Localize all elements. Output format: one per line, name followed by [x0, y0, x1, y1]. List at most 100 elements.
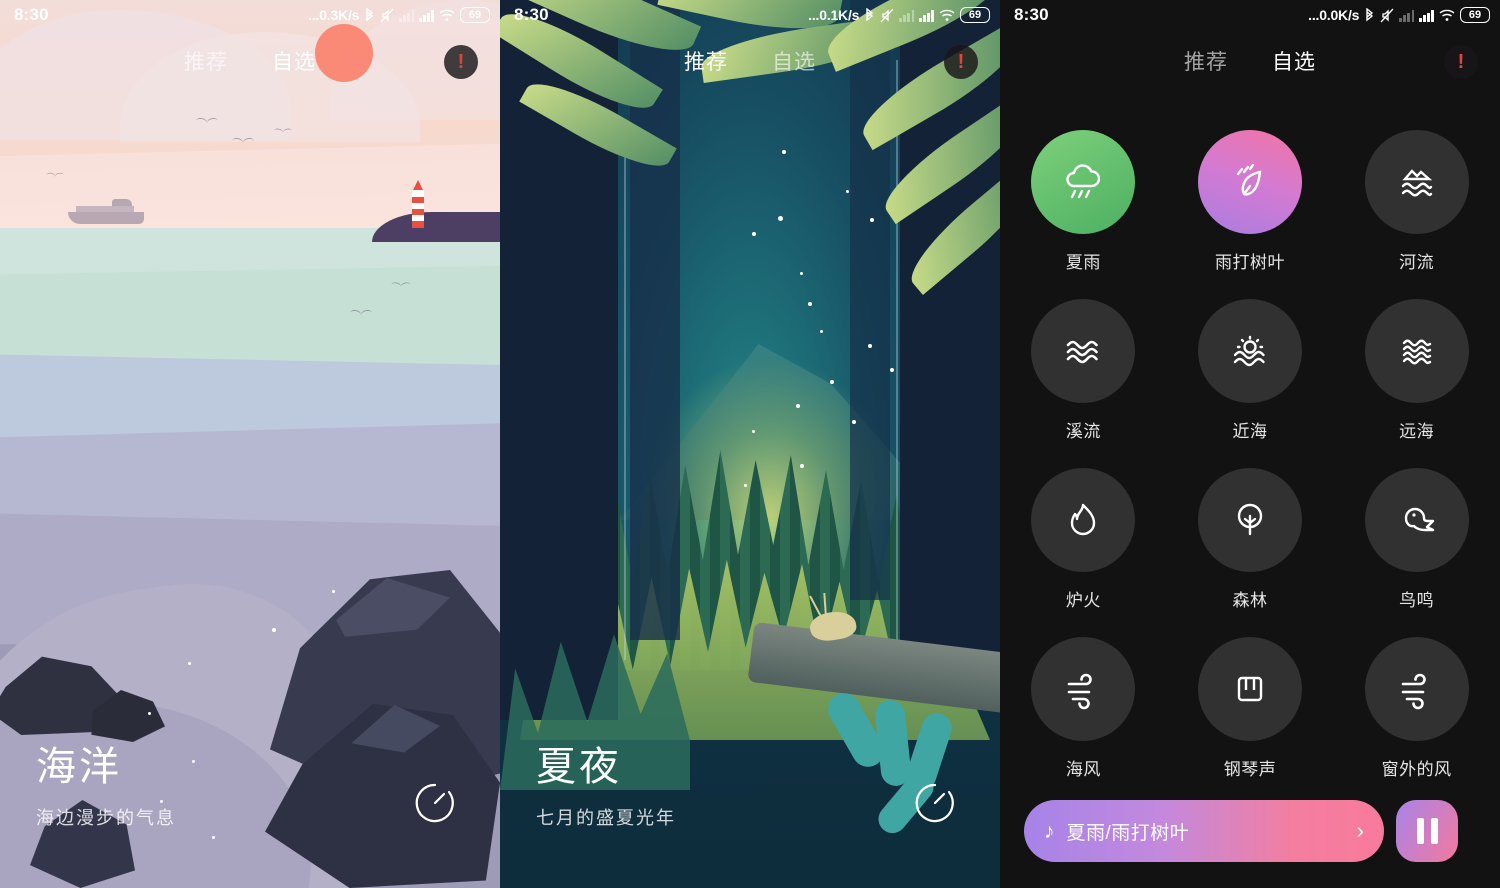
pause-button[interactable] — [1396, 800, 1458, 862]
sound-label: 窗外的风 — [1381, 760, 1452, 779]
bluetooth-icon — [864, 7, 875, 23]
star — [846, 190, 849, 193]
sound-item-sea-breeze[interactable]: 海风 — [1000, 637, 1167, 780]
star — [820, 330, 823, 333]
sound-item-far-sea[interactable]: 远海 — [1333, 299, 1500, 442]
timer-icon[interactable] — [412, 780, 458, 826]
status-time: 8:30 — [14, 5, 49, 24]
sound-item-piano[interactable]: 钢琴声 — [1167, 637, 1334, 780]
sound-item-stream[interactable]: 溪流 — [1000, 299, 1167, 442]
sparkle — [188, 662, 191, 665]
sound-grid: 夏雨 雨打树叶 河流 溪流 近海 远海 炉火 森林 鸟鸣 海风 钢琴声 窗外的风 — [1000, 130, 1500, 780]
sparkle — [192, 760, 195, 763]
tree-edge-light — [896, 60, 898, 660]
sparkle — [332, 590, 335, 593]
sound-item-window-wind[interactable]: 窗外的风 — [1333, 637, 1500, 780]
wind-icon[interactable] — [1364, 637, 1469, 741]
sound-item-summer-rain[interactable]: 夏雨 — [1000, 130, 1167, 273]
cover-text: 海洋 海边漫步的气息 — [36, 734, 176, 830]
mini-player: ♪ 夏雨/雨打树叶 › — [1024, 800, 1458, 862]
star — [800, 464, 804, 468]
tab-custom[interactable]: 自选 — [272, 46, 316, 76]
signal-icon — [919, 9, 934, 22]
bluetooth-icon — [364, 7, 375, 23]
bird-icon — [391, 282, 411, 289]
star — [852, 420, 856, 424]
tab-recommend[interactable]: 推荐 — [1184, 46, 1228, 76]
rain-cloud-icon[interactable] — [1031, 130, 1136, 234]
bird-icon — [274, 129, 293, 136]
sound-label: 溪流 — [1065, 422, 1101, 441]
status-bar: 8:30 ...0.3K/s 69 — [0, 0, 500, 30]
battery-icon: 69 — [460, 7, 490, 23]
sparkle — [212, 836, 215, 839]
star — [890, 368, 894, 372]
star — [868, 344, 872, 348]
status-bar: 8:30 ...0.1K/s 69 — [500, 0, 1000, 30]
sound-item-rain-on-leaves[interactable]: 雨打树叶 — [1167, 130, 1334, 273]
fire-icon[interactable] — [1031, 468, 1136, 572]
sound-label: 雨打树叶 — [1214, 253, 1285, 272]
timer-icon[interactable] — [912, 780, 958, 826]
river-icon[interactable] — [1364, 130, 1469, 234]
star — [752, 232, 756, 236]
panel-ocean: 8:30 ...0.3K/s 69 推荐 自选 ! 海洋 海边漫步的气息 — [0, 0, 500, 888]
tab-recommend[interactable]: 推荐 — [184, 46, 228, 76]
network-speed: ...0.1K/s — [808, 7, 860, 23]
sound-item-birdsong[interactable]: 鸟鸣 — [1333, 468, 1500, 611]
mute-icon — [880, 8, 894, 23]
sound-item-river[interactable]: 河流 — [1333, 130, 1500, 273]
sound-label: 夏雨 — [1065, 253, 1101, 272]
page-title: 海洋 — [36, 745, 122, 789]
sound-item-fireplace[interactable]: 炉火 — [1000, 468, 1167, 611]
sound-label: 炉火 — [1065, 591, 1101, 610]
sparkle — [148, 712, 151, 715]
piano-icon[interactable] — [1197, 637, 1302, 741]
tree-icon[interactable] — [1197, 468, 1302, 572]
tab-bar: 推荐 自选 — [1000, 30, 1500, 92]
sound-item-near-sea[interactable]: 近海 — [1167, 299, 1334, 442]
panel-summer-night: 8:30 ...0.1K/s 69 推荐 自选 ! 夏夜 七月的盛夏光年 — [500, 0, 1000, 888]
signal-weak-icon — [1399, 9, 1415, 22]
stream-icon[interactable] — [1031, 299, 1136, 403]
cover-text: 夏夜 七月的盛夏光年 — [536, 734, 676, 830]
wind-icon[interactable] — [1031, 637, 1136, 741]
sound-item-forest[interactable]: 森林 — [1167, 468, 1334, 611]
star — [782, 150, 786, 154]
page-subtitle: 海边漫步的气息 — [36, 808, 176, 828]
sound-label: 森林 — [1232, 591, 1268, 610]
star — [796, 404, 800, 408]
chevron-right-icon[interactable]: › — [1357, 820, 1364, 842]
bluetooth-icon — [1364, 7, 1375, 23]
mute-icon — [1380, 8, 1394, 23]
now-playing-title: 夏雨/雨打树叶 — [1066, 822, 1190, 844]
page-subtitle: 七月的盛夏光年 — [536, 808, 676, 828]
sound-label: 远海 — [1399, 422, 1435, 441]
battery-icon: 69 — [960, 7, 990, 23]
leaf-rain-icon[interactable] — [1197, 130, 1302, 234]
sparkle — [272, 628, 276, 632]
star — [800, 272, 803, 275]
bird-icon — [232, 138, 254, 146]
signal-icon — [1419, 9, 1434, 22]
bird-icon — [196, 118, 218, 126]
now-playing-bar[interactable]: ♪ 夏雨/雨打树叶 › — [1024, 800, 1384, 862]
star — [752, 430, 755, 433]
sound-label: 近海 — [1232, 422, 1268, 441]
bird-icon — [350, 310, 372, 318]
battery-icon: 69 — [1460, 7, 1490, 23]
network-speed: ...0.0K/s — [1308, 7, 1360, 23]
ship-icon — [68, 199, 144, 224]
deep-wave-icon[interactable] — [1364, 299, 1469, 403]
sound-label: 河流 — [1399, 253, 1435, 272]
tab-recommend[interactable]: 推荐 — [684, 46, 728, 76]
star — [778, 216, 783, 221]
page-title: 夏夜 — [536, 745, 622, 789]
sun-wave-icon[interactable] — [1197, 299, 1302, 403]
sound-label: 鸟鸣 — [1399, 591, 1435, 610]
tab-custom[interactable]: 自选 — [772, 46, 816, 76]
wifi-icon — [439, 9, 455, 22]
bird-icon[interactable] — [1364, 468, 1469, 572]
tab-custom[interactable]: 自选 — [1272, 46, 1316, 76]
tab-bar: 推荐 自选 — [500, 30, 1000, 92]
